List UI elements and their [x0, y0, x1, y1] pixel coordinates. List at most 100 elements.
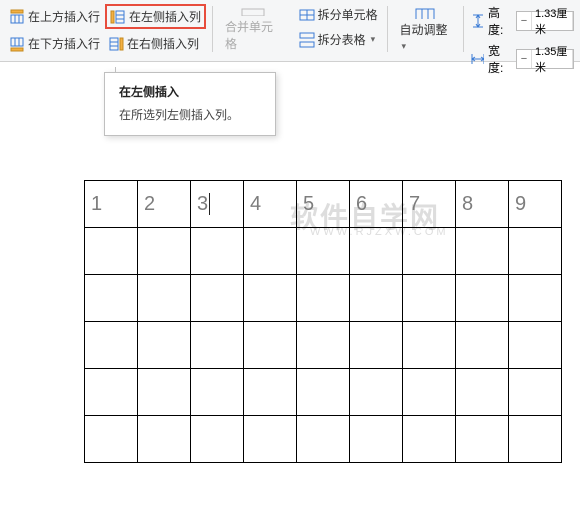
- insert-col-left-button[interactable]: 在左侧插入列: [105, 4, 206, 29]
- separator: [387, 6, 388, 52]
- height-value[interactable]: 1.33厘米: [531, 12, 573, 30]
- table-cell[interactable]: [403, 416, 456, 463]
- merge-group: 合并单元格: [215, 4, 292, 54]
- table-cell[interactable]: [456, 228, 509, 275]
- table-cell[interactable]: [456, 416, 509, 463]
- table-cell[interactable]: [509, 228, 562, 275]
- insert-col-right-label: 在右侧插入列: [127, 35, 199, 52]
- table-cell[interactable]: [138, 369, 191, 416]
- autofit-label: 自动调整: [400, 23, 448, 37]
- table-cell[interactable]: [85, 228, 138, 275]
- table-cell[interactable]: 3: [191, 181, 244, 228]
- size-group: 高度: − 1.33厘米 宽度: − 1.35厘米: [466, 4, 578, 76]
- table-cell[interactable]: 7: [403, 181, 456, 228]
- insert-row-below-button[interactable]: 在下方插入行: [6, 33, 103, 54]
- table-cell[interactable]: [244, 369, 297, 416]
- table-cell[interactable]: 4: [244, 181, 297, 228]
- height-decrease[interactable]: −: [517, 12, 531, 30]
- separator: [463, 6, 464, 52]
- table-cell[interactable]: [350, 369, 403, 416]
- table-cell[interactable]: [191, 416, 244, 463]
- table-cell[interactable]: [244, 416, 297, 463]
- tooltip: 在左侧插入 在所选列左侧插入列。: [104, 72, 276, 136]
- split-group: 拆分单元格 拆分表格 ▾: [292, 4, 385, 50]
- table-cell[interactable]: [297, 322, 350, 369]
- insert-col-left-icon: [110, 9, 126, 25]
- table-cell[interactable]: 5: [297, 181, 350, 228]
- table-cell[interactable]: 8: [456, 181, 509, 228]
- table-cell[interactable]: [244, 322, 297, 369]
- col-width-icon: [470, 51, 484, 67]
- height-spinner[interactable]: − 1.33厘米: [516, 11, 574, 31]
- document-table[interactable]: 123456789: [84, 180, 562, 463]
- ribbon-toolbar: 在上方插入行 在左侧插入列 在下方插入行 在右侧插入列 合并单元格: [0, 0, 580, 62]
- height-label: 高度:: [488, 4, 512, 38]
- table-cell[interactable]: [509, 416, 562, 463]
- split-table-button[interactable]: 拆分表格 ▾: [296, 29, 379, 50]
- table-cell[interactable]: [85, 275, 138, 322]
- table-cell[interactable]: 2: [138, 181, 191, 228]
- table-row: [85, 275, 562, 322]
- table-cell[interactable]: [191, 228, 244, 275]
- table-cell[interactable]: [138, 228, 191, 275]
- table-cell[interactable]: [138, 275, 191, 322]
- table-row: [85, 322, 562, 369]
- text-cursor: [209, 193, 210, 215]
- dropdown-icon: ▾: [371, 34, 376, 45]
- table-cell[interactable]: [297, 275, 350, 322]
- autofit-button[interactable]: 自动调整▾: [394, 4, 457, 54]
- table-row: [85, 228, 562, 275]
- table-cell[interactable]: [403, 228, 456, 275]
- split-table-icon: [299, 32, 315, 48]
- table-cell[interactable]: [85, 416, 138, 463]
- insert-row-above-label: 在上方插入行: [28, 8, 100, 25]
- table-cell[interactable]: [456, 322, 509, 369]
- table-cell[interactable]: [191, 322, 244, 369]
- autofit-group: 自动调整▾: [390, 4, 461, 54]
- width-decrease[interactable]: −: [517, 50, 531, 68]
- width-spinner[interactable]: − 1.35厘米: [516, 49, 574, 69]
- table-cell[interactable]: [191, 275, 244, 322]
- insert-col-right-button[interactable]: 在右侧插入列: [105, 33, 202, 54]
- split-table-label: 拆分表格: [318, 31, 366, 48]
- insert-row-above-icon: [9, 9, 25, 25]
- table-cell[interactable]: [509, 322, 562, 369]
- table-cell[interactable]: [509, 275, 562, 322]
- table-cell[interactable]: [297, 416, 350, 463]
- insert-group: 在上方插入行 在左侧插入列 在下方插入行 在右侧插入列: [2, 4, 210, 54]
- width-label: 宽度:: [488, 42, 512, 76]
- split-cells-icon: [299, 7, 315, 23]
- table-cell[interactable]: [191, 369, 244, 416]
- split-cells-button[interactable]: 拆分单元格: [296, 4, 381, 25]
- table-cell[interactable]: [456, 275, 509, 322]
- table-cell[interactable]: [244, 228, 297, 275]
- separator: [212, 6, 213, 52]
- insert-col-left-label: 在左侧插入列: [129, 8, 201, 25]
- table-cell[interactable]: [350, 228, 403, 275]
- insert-col-right-icon: [108, 36, 124, 52]
- table-row: [85, 369, 562, 416]
- table-cell[interactable]: [297, 228, 350, 275]
- table-cell[interactable]: [297, 369, 350, 416]
- table-cell[interactable]: [403, 322, 456, 369]
- table-cell[interactable]: [85, 369, 138, 416]
- table-cell[interactable]: [138, 416, 191, 463]
- table-cell[interactable]: [509, 369, 562, 416]
- insert-row-above-button[interactable]: 在上方插入行: [6, 6, 103, 27]
- table-cell[interactable]: [350, 275, 403, 322]
- table-cell[interactable]: [403, 369, 456, 416]
- width-value[interactable]: 1.35厘米: [531, 50, 573, 68]
- table-cell[interactable]: 9: [509, 181, 562, 228]
- table-cell[interactable]: [350, 416, 403, 463]
- table-cell[interactable]: [85, 322, 138, 369]
- split-cells-label: 拆分单元格: [318, 6, 378, 23]
- table-cell[interactable]: [244, 275, 297, 322]
- table-cell[interactable]: [138, 322, 191, 369]
- table-cell[interactable]: 6: [350, 181, 403, 228]
- table-cell[interactable]: [403, 275, 456, 322]
- table-cell[interactable]: 1: [85, 181, 138, 228]
- tooltip-body: 在所选列左侧插入列。: [119, 106, 261, 123]
- table-cell[interactable]: [456, 369, 509, 416]
- insert-row-below-icon: [9, 36, 25, 52]
- table-cell[interactable]: [350, 322, 403, 369]
